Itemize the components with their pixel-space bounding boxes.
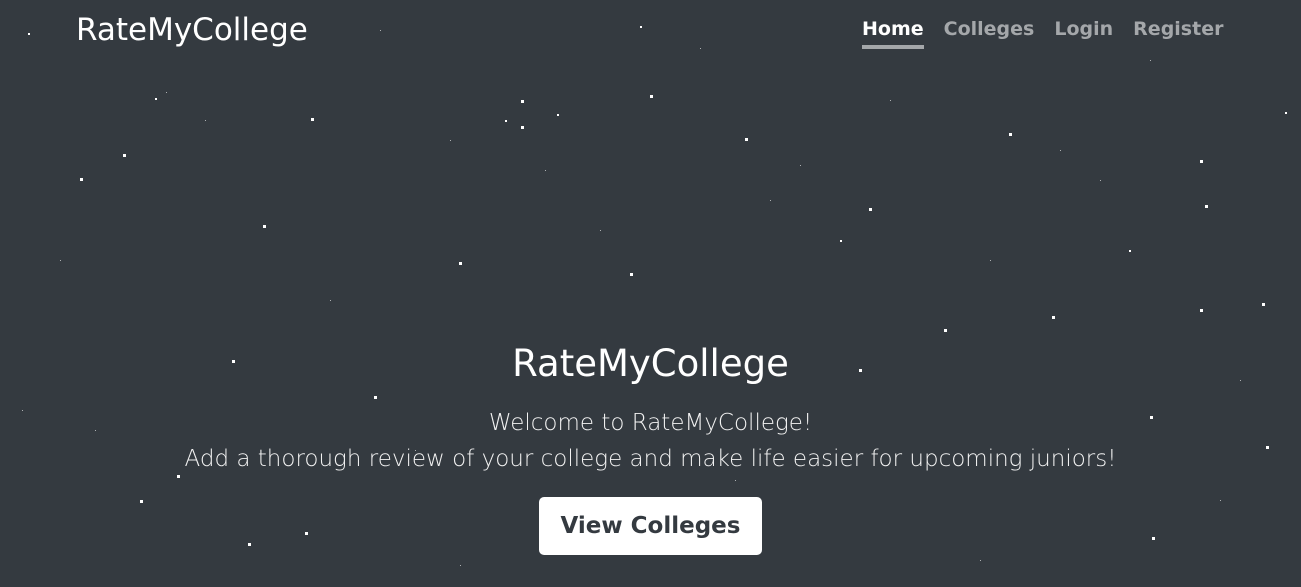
hero-title: RateMyCollege — [512, 342, 789, 385]
star-dot — [800, 165, 801, 166]
star-dot — [840, 240, 842, 242]
star-dot — [745, 138, 748, 141]
star-dot — [1200, 160, 1203, 163]
hero-section: RateMyCollege Welcome to RateMyCollege! … — [0, 340, 1301, 555]
hero-welcome: Welcome to RateMyCollege! — [488, 410, 813, 436]
navbar: RateMyCollege Home Colleges Login Regist… — [0, 0, 1301, 64]
star-dot — [1285, 112, 1287, 114]
nav-register[interactable]: Register — [1133, 18, 1223, 49]
star-dot — [944, 329, 947, 332]
star-dot — [80, 178, 83, 181]
star-dot — [650, 95, 653, 98]
view-colleges-button[interactable]: View Colleges — [538, 497, 763, 555]
star-dot — [1129, 250, 1131, 252]
star-dot — [263, 225, 266, 228]
star-dot — [1100, 180, 1101, 181]
star-dot — [990, 260, 991, 261]
star-dot — [1205, 205, 1208, 208]
star-dot — [450, 140, 451, 141]
star-dot — [1262, 303, 1265, 306]
star-dot — [521, 126, 524, 129]
star-dot — [980, 560, 981, 561]
star-dot — [459, 262, 462, 265]
star-dot — [557, 114, 559, 116]
star-dot — [600, 230, 601, 231]
star-dot — [155, 98, 157, 100]
star-dot — [521, 100, 524, 103]
nav-login[interactable]: Login — [1054, 18, 1113, 49]
nav-home[interactable]: Home — [862, 18, 924, 49]
star-dot — [460, 565, 461, 566]
star-dot — [311, 118, 314, 121]
star-dot — [330, 300, 331, 301]
star-dot — [770, 200, 771, 201]
hero-description: Add a thorough review of your college an… — [184, 446, 1117, 472]
star-dot — [890, 100, 891, 101]
star-dot — [205, 120, 206, 121]
star-dot — [60, 260, 61, 261]
star-dot — [545, 170, 546, 171]
nav-menu: Home Colleges Login Register — [862, 18, 1223, 49]
nav-colleges[interactable]: Colleges — [944, 18, 1035, 49]
star-dot — [1060, 150, 1061, 151]
star-dot — [123, 154, 126, 157]
star-dot — [869, 208, 872, 211]
star-dot — [1009, 133, 1012, 136]
star-dot — [1200, 309, 1203, 312]
star-dot — [630, 273, 633, 276]
hero-text: Welcome to RateMyCollege! Add a thorough… — [0, 405, 1301, 477]
star-dot — [505, 120, 507, 122]
star-dot — [1052, 316, 1055, 319]
brand-logo[interactable]: RateMyCollege — [76, 12, 308, 48]
star-dot — [166, 92, 167, 93]
